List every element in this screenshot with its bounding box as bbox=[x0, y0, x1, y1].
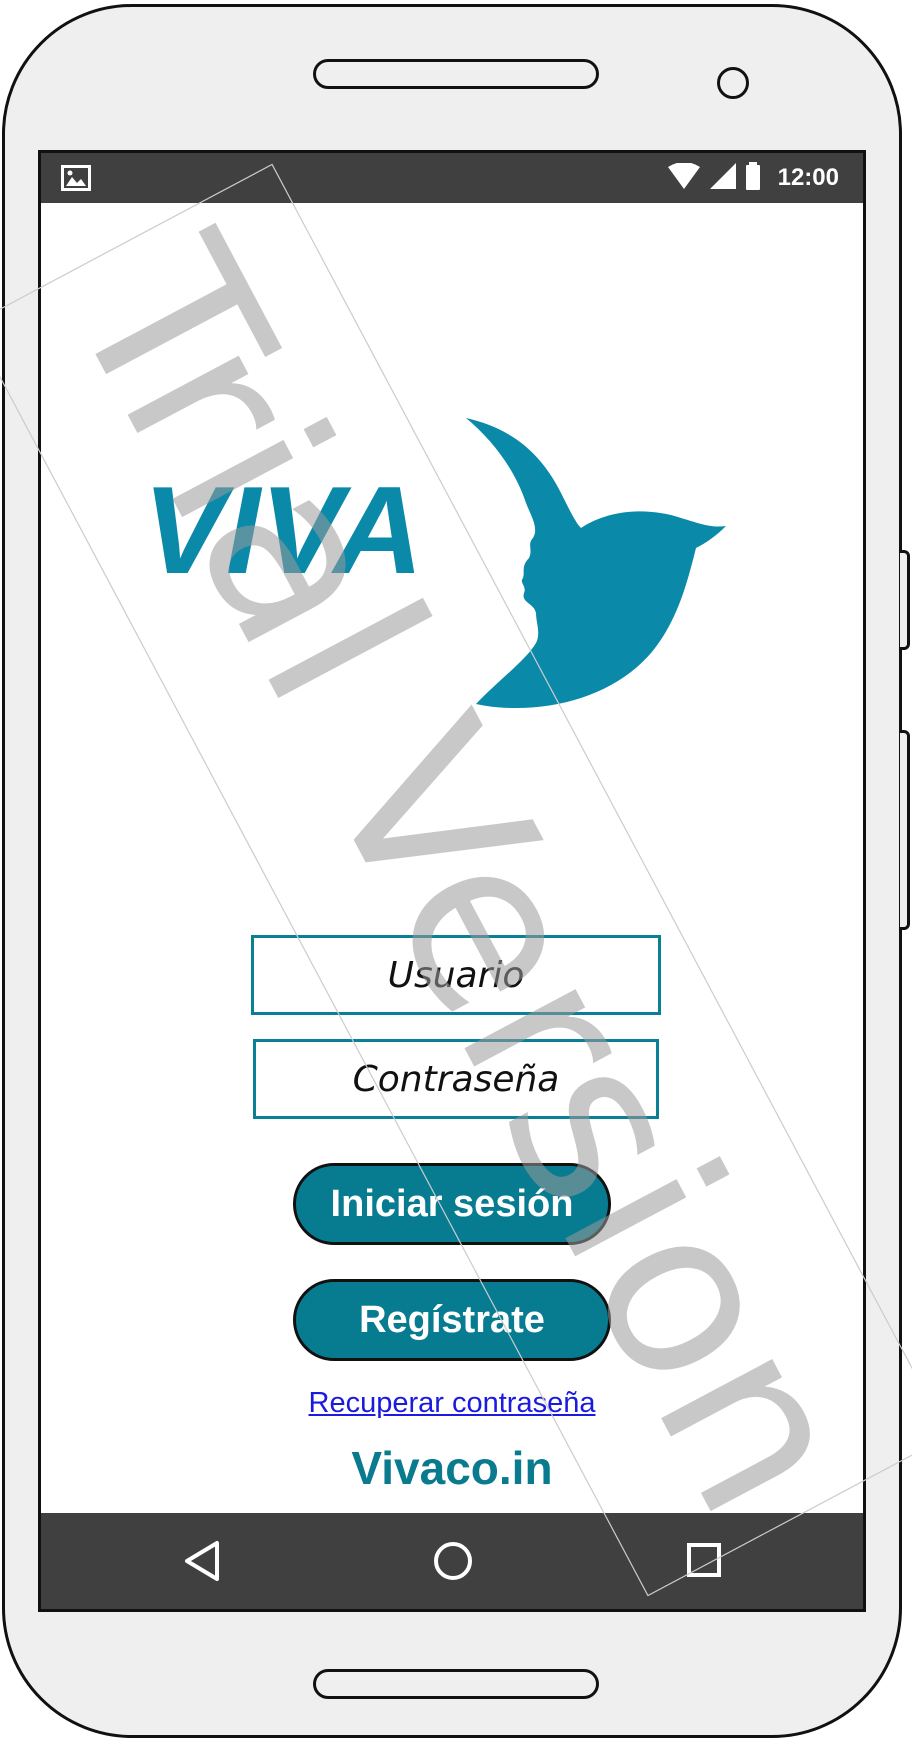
power-button[interactable] bbox=[900, 550, 910, 650]
front-camera bbox=[717, 67, 749, 99]
app-screen: 12:00 VIVA Usuario Contraseña Iniciar se… bbox=[38, 150, 866, 1612]
volume-button[interactable] bbox=[900, 730, 910, 930]
battery-icon bbox=[745, 162, 760, 194]
status-bar: 12:00 bbox=[41, 153, 863, 203]
navigation-bar bbox=[41, 1513, 863, 1609]
recover-password-link[interactable]: Recuperar contraseña bbox=[41, 1387, 863, 1420]
image-icon bbox=[61, 165, 91, 195]
back-icon[interactable] bbox=[181, 1533, 225, 1593]
top-speaker bbox=[313, 59, 599, 89]
password-field[interactable]: Contraseña bbox=[253, 1039, 659, 1119]
recent-apps-icon[interactable] bbox=[681, 1533, 725, 1593]
viva-logo: VIVA bbox=[141, 398, 821, 728]
site-name: Vivaco.in bbox=[351, 1442, 553, 1494]
signal-icon bbox=[709, 163, 736, 193]
username-field[interactable]: Usuario bbox=[251, 935, 661, 1015]
home-icon[interactable] bbox=[431, 1533, 475, 1593]
wifi-icon bbox=[667, 162, 700, 193]
dove-woman-icon bbox=[466, 418, 726, 708]
bottom-speaker bbox=[313, 1669, 599, 1699]
logo-text: VIVA bbox=[143, 462, 423, 600]
register-button[interactable]: Regístrate bbox=[293, 1279, 611, 1361]
status-time: 12:00 bbox=[777, 164, 839, 191]
login-button[interactable]: Iniciar sesión bbox=[293, 1163, 611, 1245]
